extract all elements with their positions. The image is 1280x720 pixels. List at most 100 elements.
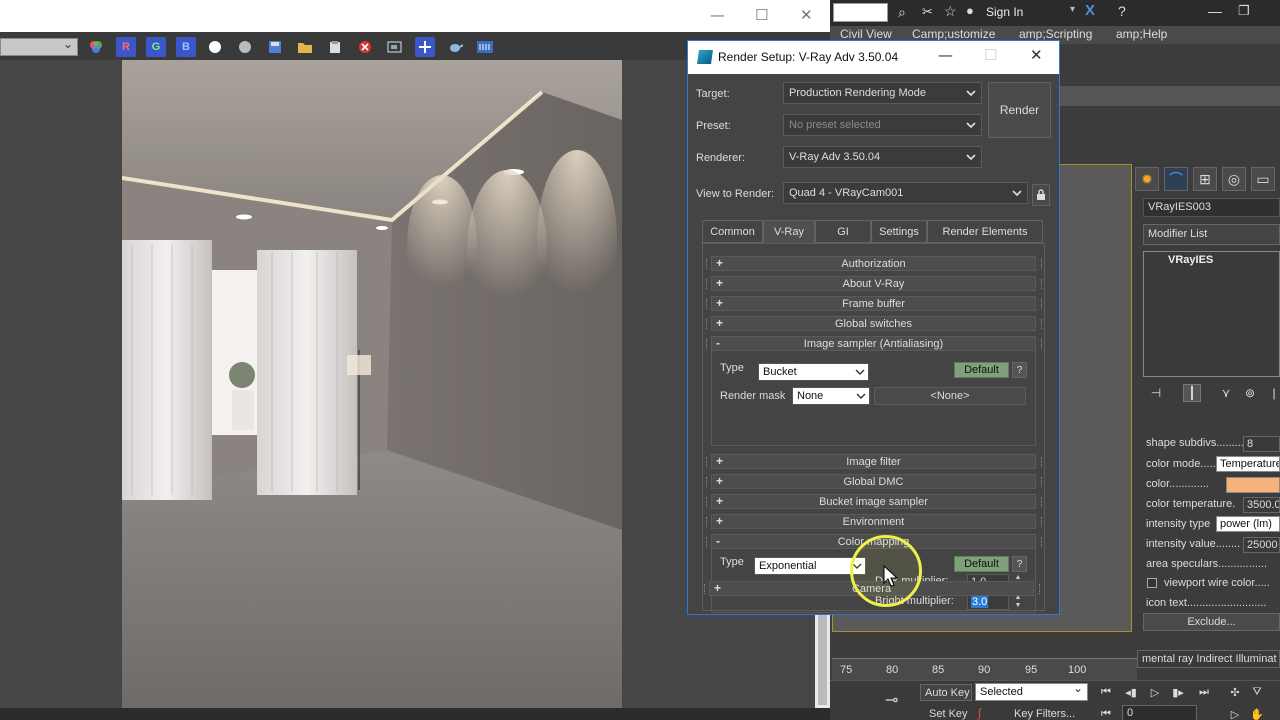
rollout-image-filter[interactable]: + Image filter: [706, 454, 1042, 469]
green-channel-button[interactable]: G: [146, 37, 166, 57]
hierarchy-tab-icon[interactable]: ⊞: [1193, 167, 1217, 191]
current-frame-field[interactable]: 0: [1122, 705, 1197, 720]
dialog-close-icon[interactable]: ✕: [1030, 46, 1043, 64]
color-swatch[interactable]: [1226, 477, 1280, 493]
rollout-global-switches[interactable]: + Global switches: [706, 316, 1042, 331]
set-key-button[interactable]: Set Key: [929, 708, 968, 720]
alpha-white-icon[interactable]: [205, 37, 225, 57]
max-search-field[interactable]: [833, 3, 888, 22]
shape-subdivs-field[interactable]: 8: [1243, 436, 1280, 452]
renderer-dropdown[interactable]: V-Ray Adv 3.50.04: [783, 146, 982, 168]
rollout-image-sampler[interactable]: - Image sampler (Antialiasing): [706, 336, 1042, 351]
go-to-start-icon[interactable]: ⏮: [1097, 684, 1115, 700]
auto-key-button[interactable]: Auto Key: [920, 684, 972, 701]
stack-item[interactable]: VRayIES: [1144, 252, 1279, 268]
timeline-ruler[interactable]: 75 80 85 90 95 100: [832, 658, 1137, 680]
clipboard-icon[interactable]: [325, 37, 345, 57]
zoom-all-icon[interactable]: ⛛: [1248, 684, 1266, 700]
star-icon[interactable]: ☆: [944, 3, 957, 20]
minimize-icon[interactable]: —: [710, 6, 725, 24]
menu-civil-view[interactable]: Civil View: [840, 27, 892, 41]
save-icon[interactable]: [265, 37, 285, 57]
exclude-button[interactable]: Exclude...: [1143, 613, 1280, 631]
key-selection-dropdown[interactable]: Selected: [975, 681, 1088, 701]
max-restore-icon[interactable]: ❐: [1238, 3, 1250, 19]
previous-frame-icon[interactable]: ◂▮: [1122, 684, 1140, 700]
color-mode-dropdown[interactable]: Temperature: [1216, 456, 1280, 472]
max-minimize-icon[interactable]: —: [1208, 3, 1222, 19]
sampler-default-button[interactable]: Default: [954, 362, 1009, 378]
help-icon[interactable]: ?: [1118, 3, 1126, 19]
intensity-value-field[interactable]: 25000: [1243, 537, 1280, 553]
target-dropdown[interactable]: Production Rendering Mode: [783, 82, 982, 104]
intensity-type-dropdown[interactable]: power (lm): [1216, 516, 1280, 532]
menu-help[interactable]: amp;Help: [1116, 27, 1167, 41]
rollout-environment[interactable]: + Environment: [706, 514, 1042, 529]
remove-modifier-icon[interactable]: ⊚: [1241, 384, 1259, 402]
region-icon[interactable]: [385, 37, 405, 57]
binoculars-icon[interactable]: ⌕: [898, 4, 906, 21]
color-channels-icon[interactable]: [86, 37, 106, 57]
display-tab-icon[interactable]: ▭: [1251, 167, 1275, 191]
mental-ray-field[interactable]: mental ray Indirect Illuminat: [1137, 650, 1280, 668]
render-button[interactable]: Render: [988, 82, 1051, 138]
motion-tab-icon[interactable]: ◎: [1222, 167, 1246, 191]
rollout-about-vray[interactable]: + About V-Ray: [706, 276, 1042, 291]
modifier-stack[interactable]: VRayIES: [1143, 251, 1280, 377]
render-mask-dropdown[interactable]: None: [792, 387, 870, 405]
key-filters-button[interactable]: Key Filters...: [1014, 708, 1075, 720]
menu-customize[interactable]: Camp;ustomize: [912, 27, 995, 41]
tab-gi[interactable]: GI: [815, 220, 871, 243]
zoom-icon[interactable]: ✣: [1226, 684, 1244, 700]
lock-view-button[interactable]: [1032, 184, 1050, 206]
rollout-frame-buffer[interactable]: + Frame buffer: [706, 296, 1042, 311]
rollout-global-dmc[interactable]: + Global DMC: [706, 474, 1042, 489]
close-icon[interactable]: ✕: [800, 6, 813, 24]
open-folder-icon[interactable]: [295, 37, 315, 57]
tab-common[interactable]: Common: [702, 220, 763, 243]
mono-icon[interactable]: [235, 37, 255, 57]
create-tab-icon[interactable]: ✹: [1135, 167, 1159, 191]
go-to-end-icon[interactable]: ⏭: [1195, 684, 1213, 700]
exchange-icon[interactable]: X: [1085, 2, 1095, 19]
modify-tab-icon[interactable]: ⌒: [1164, 167, 1188, 191]
scissors-icon[interactable]: ✂: [922, 4, 933, 20]
preset-dropdown[interactable]: No preset selected: [783, 114, 982, 136]
key-mode-icon[interactable]: ⏮: [1097, 706, 1115, 720]
viewport-wire-checkbox[interactable]: [1147, 578, 1157, 588]
mapping-help-button[interactable]: ?: [1012, 556, 1027, 572]
sign-in-dropdown-icon[interactable]: ▾: [1070, 4, 1075, 15]
object-name-field[interactable]: VRayIES003: [1143, 198, 1280, 217]
tab-settings[interactable]: Settings: [871, 220, 927, 243]
pan-icon[interactable]: ✋: [1248, 706, 1266, 720]
user-icon[interactable]: ●: [966, 3, 974, 18]
make-unique-icon[interactable]: ⋎: [1217, 384, 1235, 402]
play-icon[interactable]: ▷: [1146, 684, 1164, 700]
next-frame-icon[interactable]: ▮▸: [1169, 684, 1187, 700]
bright-multiplier-field[interactable]: 3.0: [967, 594, 1009, 610]
sign-in-link[interactable]: Sign In: [986, 5, 1023, 19]
field-of-view-icon[interactable]: ▷: [1226, 706, 1244, 720]
sampler-type-dropdown[interactable]: Bucket: [758, 363, 869, 381]
configure-sets-icon[interactable]: |: [1265, 384, 1280, 402]
mapping-default-button[interactable]: Default: [954, 556, 1009, 572]
sampler-help-button[interactable]: ?: [1012, 362, 1027, 378]
dialog-minimize-icon[interactable]: —: [938, 46, 953, 64]
vfb-history-icon[interactable]: [475, 37, 495, 57]
red-channel-button[interactable]: R: [116, 37, 136, 57]
set-key-icon[interactable]: ∫: [978, 706, 981, 720]
blue-channel-button[interactable]: B: [176, 37, 196, 57]
show-end-result-icon[interactable]: ┃: [1183, 384, 1201, 402]
color-temperature-field[interactable]: 3500.0: [1243, 497, 1280, 513]
rollout-authorization[interactable]: + Authorization: [706, 256, 1042, 271]
maximize-icon[interactable]: ☐: [755, 6, 768, 24]
pin-stack-icon[interactable]: ⊣: [1147, 384, 1165, 402]
tab-render-elements[interactable]: Render Elements: [927, 220, 1043, 243]
modifier-list-dropdown[interactable]: Modifier List: [1143, 224, 1280, 245]
track-mouse-icon[interactable]: [415, 37, 435, 57]
tab-vray[interactable]: V-Ray: [763, 220, 815, 243]
bright-multiplier-spinner-icon[interactable]: ▲ ▼: [1013, 594, 1023, 610]
view-to-render-dropdown[interactable]: Quad 4 - VRayCam001: [783, 182, 1028, 204]
teapot-icon[interactable]: [445, 37, 465, 57]
rollout-bucket-sampler[interactable]: + Bucket image sampler: [706, 494, 1042, 509]
